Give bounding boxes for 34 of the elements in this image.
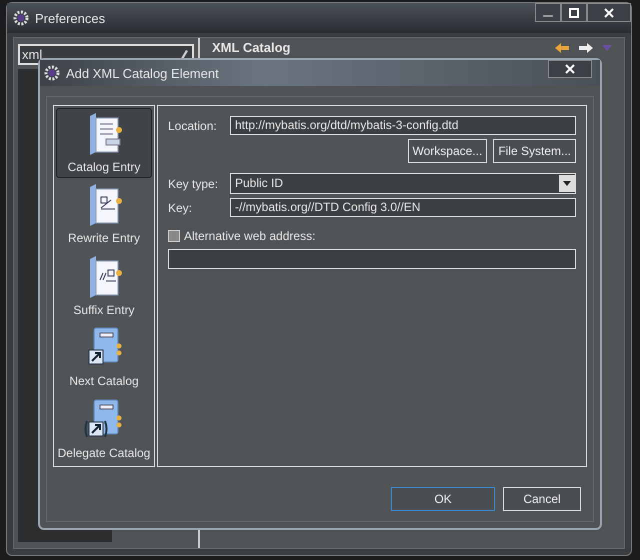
close-icon bbox=[604, 8, 614, 18]
gear-icon bbox=[13, 10, 29, 26]
close-button[interactable] bbox=[587, 3, 631, 22]
window-title: Preferences bbox=[35, 10, 106, 26]
back-arrow-icon[interactable] bbox=[554, 42, 570, 54]
close-icon bbox=[565, 64, 575, 74]
location-field[interactable]: http://mybatis.org/dtd/mybatis-3-config.dtd bbox=[230, 116, 576, 135]
maximize-button[interactable] bbox=[561, 3, 587, 22]
minimize-button[interactable] bbox=[535, 3, 561, 22]
element-type-item[interactable]: Rewrite Entry bbox=[56, 180, 152, 250]
maximize-icon bbox=[569, 8, 579, 18]
dropdown-arrow-icon bbox=[563, 181, 571, 186]
browse-button[interactable]: File System... bbox=[493, 139, 576, 163]
checkbox[interactable] bbox=[168, 230, 180, 242]
key-type-dropdown[interactable]: Public ID bbox=[230, 173, 576, 194]
element-type-item[interactable]: Suffix Entry bbox=[56, 251, 152, 321]
field-label: Location: bbox=[168, 118, 218, 132]
forward-arrow-icon[interactable] bbox=[578, 42, 594, 54]
checkbox-label: Alternative web address: bbox=[184, 229, 316, 243]
field-label: Key: bbox=[168, 200, 194, 214]
dialog-title: Add XML Catalog Element bbox=[66, 66, 219, 80]
close-button[interactable] bbox=[548, 60, 592, 78]
field-label: Key type: bbox=[168, 176, 220, 190]
browse-button[interactable]: Workspace... bbox=[408, 139, 488, 163]
element-type-item[interactable]: Delegate Catalog bbox=[56, 394, 152, 464]
ok-button[interactable]: OK bbox=[391, 487, 495, 511]
key-field[interactable]: -//mybatis.org//DTD Config 3.0//EN bbox=[230, 198, 576, 217]
element-type-item[interactable]: Catalog Entry bbox=[56, 108, 152, 178]
gear-icon bbox=[44, 65, 60, 81]
web-address-field[interactable] bbox=[168, 249, 576, 269]
cancel-button[interactable]: Cancel bbox=[503, 487, 581, 511]
minimize-icon bbox=[543, 14, 553, 16]
element-type-item[interactable]: Next Catalog bbox=[56, 322, 152, 392]
page-title: XML Catalog bbox=[212, 40, 290, 55]
